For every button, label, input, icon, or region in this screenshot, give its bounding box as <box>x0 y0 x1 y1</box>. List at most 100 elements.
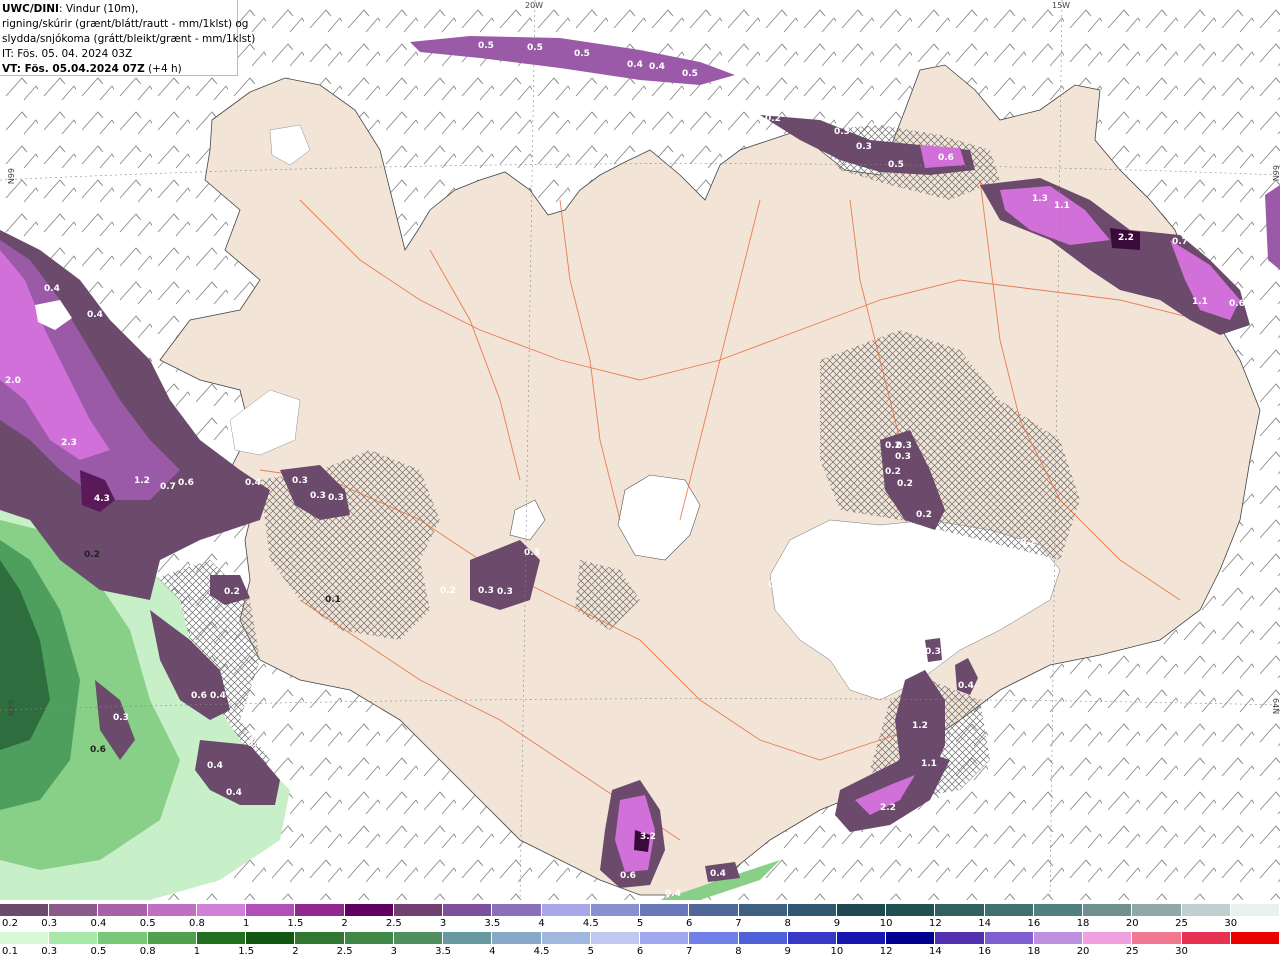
precip-label: 2.0 <box>5 376 21 386</box>
precip-label: 0.4 <box>87 310 103 320</box>
rain-scale-tick: 3.5 <box>435 946 452 957</box>
snow-scale-tick: 6 <box>686 918 693 929</box>
rain-scale-swatch <box>246 932 296 944</box>
snow-scale-swatch <box>49 904 99 916</box>
precip-label: 0.7 <box>1172 237 1188 247</box>
snow-scale-swatch <box>738 904 788 916</box>
snow-scale-swatch <box>1230 904 1280 916</box>
rain-scale-tick: 3 <box>390 946 398 957</box>
rain-scale-swatch <box>541 932 591 944</box>
snow-scale-swatch <box>787 904 837 916</box>
precip-label: 0.5 <box>478 41 494 51</box>
title-text: : Vindur (10m), <box>58 3 139 15</box>
rain-scale-tick: 6 <box>636 946 644 957</box>
rain-scale-tick: 9 <box>784 946 791 957</box>
rain-scale-swatch <box>787 932 837 944</box>
snow-scale-tick: 20 <box>1125 918 1139 929</box>
rain-scale-swatch <box>1132 932 1182 944</box>
precip-label: 0.4 <box>710 869 726 879</box>
coord-66n-left: 66N <box>6 168 15 184</box>
snow-scale-tick: 16 <box>1027 918 1041 929</box>
rain-scale-swatch <box>590 932 641 944</box>
rain-description: rigning/skúrir (grænt/blátt/rautt - mm/1… <box>2 18 249 30</box>
initial-time: IT: Fös. 05. 04. 2024 03Z <box>2 48 133 60</box>
snow-scale-tick: 7 <box>735 918 742 929</box>
title-line: UWC/DINI: Vindur (10m), <box>2 2 237 17</box>
snow-scale-tick: 18 <box>1076 918 1090 929</box>
snow-scale-tick: 2 <box>341 918 348 929</box>
rain-scale-tick: 1.5 <box>238 946 255 957</box>
snow-scale-swatch <box>541 904 591 916</box>
precip-label: 0.6 <box>191 691 207 701</box>
precip-label: 0.3 <box>925 647 941 657</box>
rain-scale-tick: 2.5 <box>336 946 353 957</box>
snow-scale-swatch <box>196 904 247 916</box>
coord-20w: 20W <box>525 1 543 10</box>
precip-label: 0.7 <box>160 482 176 492</box>
rain-scale-tick: 12 <box>879 946 893 957</box>
precip-label: 0.3 <box>310 491 326 501</box>
precip-label: 0.5 <box>888 160 904 170</box>
rain-scale-swatch <box>49 932 99 944</box>
rain-scale-swatch <box>984 932 1034 944</box>
rain-scale-tick: 0.5 <box>90 946 107 957</box>
rain-scale-tick: 18 <box>1027 946 1041 957</box>
rain-scale-swatch <box>886 932 936 944</box>
snow-scale-tick: 14 <box>978 918 991 929</box>
snow-scale-tick: 3 <box>439 918 447 929</box>
snow-scale-swatch <box>640 904 690 916</box>
precip-label: 0.3 <box>524 548 540 558</box>
precip-label: 0.6 <box>1229 299 1245 309</box>
snow-scale-tick: 0.8 <box>188 918 205 929</box>
rain-scale-swatch <box>196 932 247 944</box>
precip-label: 0.4 <box>627 60 643 70</box>
rain-scale-swatch <box>689 932 739 944</box>
rain-scale-tick: 7 <box>686 946 693 957</box>
precip-label: 0.2 <box>768 580 784 590</box>
rain-scale-tick: 10 <box>830 946 844 957</box>
weather-map: 20W 15W 66N 66N 64N 64N 0.5 0.5 0.5 0.4 … <box>0 0 1280 900</box>
precip-label: 0.4 <box>226 788 242 798</box>
precip-label: 0.4 <box>245 478 261 488</box>
precip-label: 0.6 <box>178 478 194 488</box>
snow-scale-tick: 12 <box>929 918 942 929</box>
snow-scale-tick: 0.4 <box>90 918 107 929</box>
rain-scale-swatch <box>1230 932 1280 944</box>
rain-scale-tick: 0.1 <box>2 946 18 957</box>
snow-scale-swatch <box>1033 904 1084 916</box>
precip-label: 0.6 <box>90 745 106 755</box>
rain-scale-swatch <box>393 932 444 944</box>
snow-scale-tick: 0.3 <box>41 918 58 929</box>
rain-scale-ticks: 0.1 0.3 0.5 0.8 1 1.5 2 2.5 3 3.5 4 4.5 5 6 7 8 9 10 12 14 1… <box>0 946 1280 958</box>
precip-label: 0.2 <box>224 587 240 597</box>
snow-scale-tick: 30 <box>1224 918 1238 929</box>
precip-label: 0.3 <box>478 586 494 596</box>
snow-description: slydda/snjókoma (grátt/bleikt/grænt - mm… <box>2 33 256 45</box>
precip-label: 0.2 <box>765 114 781 124</box>
precip-label: 1.1 <box>1192 297 1208 307</box>
valid-time-line: VT: Fös. 05.04.2024 07Z (+4 h) <box>2 62 237 77</box>
snow-scale-swatch <box>0 904 50 916</box>
map-info-box: UWC/DINI: Vindur (10m), rigning/skúrir (… <box>0 0 256 77</box>
snow-scale-swatch <box>443 904 493 916</box>
precip-label: 0.2 <box>440 586 456 596</box>
rain-scale-tick: 8 <box>735 946 742 957</box>
precip-label: 0.2 <box>897 479 913 489</box>
rain-scale-tick: 0.3 <box>41 946 58 957</box>
rain-scale-tick: 5 <box>587 946 594 957</box>
rain-scale-swatch <box>492 932 542 944</box>
rain-scale-tick: 0.8 <box>139 946 156 957</box>
precip-label: 0.6 <box>938 153 954 163</box>
precip-label: 0.4 <box>44 284 60 294</box>
precip-label: 0.4 <box>649 62 665 72</box>
lead-time: (+4 h) <box>144 63 182 75</box>
snow-scale-tick: 1 <box>242 918 250 929</box>
precip-label: 0.3 <box>856 142 872 152</box>
snow-scale-swatch <box>886 904 936 916</box>
precip-label: 0.2 <box>84 550 100 560</box>
precip-label: 0.3 <box>113 713 129 723</box>
rain-scale-swatch <box>98 932 148 944</box>
snow-scale-swatch <box>492 904 542 916</box>
rain-scale-swatch <box>1033 932 1084 944</box>
snow-scale-tick: 10 <box>879 918 893 929</box>
